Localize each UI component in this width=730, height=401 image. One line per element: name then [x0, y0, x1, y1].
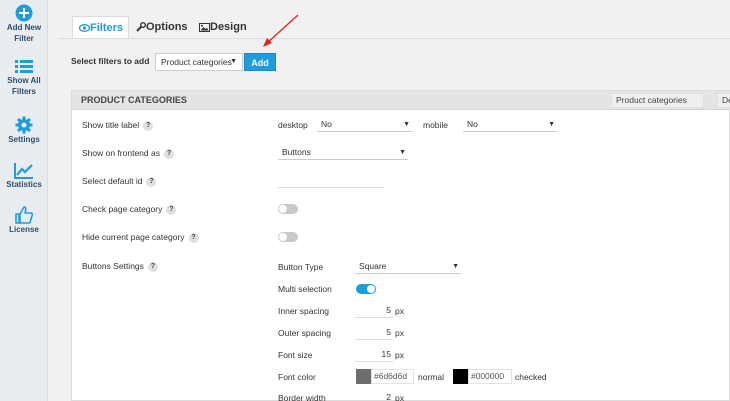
- panel-title: PRODUCT CATEGORIES: [81, 95, 187, 105]
- help-icon[interactable]: ?: [166, 204, 177, 215]
- sidebar-item-label: Filter: [14, 34, 34, 43]
- sidebar-item-label: Statistics: [6, 180, 42, 189]
- tabs-divider: [58, 38, 730, 39]
- font-size-label: Font size: [278, 350, 313, 360]
- tab-design[interactable]: Design: [193, 16, 253, 38]
- check-page-category-label: Check page category?: [82, 204, 177, 215]
- default-id-input[interactable]: [278, 174, 384, 188]
- select-value: Buttons: [282, 147, 311, 157]
- add-filter-button[interactable]: Add: [244, 53, 276, 71]
- multi-selection-label: Multi selection: [278, 284, 332, 294]
- annotation-arrow: [263, 14, 299, 47]
- normal-color-input[interactable]: #6d6d6d: [371, 369, 414, 384]
- show-title-label: Show title label?: [82, 120, 154, 131]
- font-size-input[interactable]: 15: [355, 348, 393, 362]
- sidebar-item-show-all-filters[interactable]: Show All Filters: [0, 59, 48, 97]
- outer-spacing-input[interactable]: 5: [355, 326, 393, 340]
- unit-label: px: [395, 306, 404, 316]
- filter-name-input[interactable]: Product categories: [611, 93, 704, 108]
- border-width-label: Border width: [278, 393, 326, 401]
- help-icon[interactable]: ?: [188, 232, 199, 243]
- chevron-down-icon: ▼: [548, 121, 555, 128]
- filter-panel: PRODUCT CATEGORIES Product categories De…: [71, 90, 730, 401]
- add-filter-label: Select filters to add: [71, 56, 150, 66]
- button-type-select[interactable]: Square ▼: [355, 260, 461, 274]
- help-icon[interactable]: ?: [147, 261, 158, 272]
- normal-label: normal: [418, 372, 444, 382]
- font-color-label: Font color: [278, 372, 316, 382]
- list-icon: [15, 60, 33, 73]
- default-id-label: Select default id?: [82, 176, 157, 187]
- button-type-label: Button Type: [278, 262, 324, 272]
- row-label-text: Show on frontend as: [82, 148, 160, 158]
- checked-color-input[interactable]: #000000: [468, 369, 512, 384]
- filter-description-input[interactable]: De: [717, 93, 730, 108]
- mobile-title-select[interactable]: No ▼: [463, 118, 557, 132]
- sidebar-item-add-new-filter[interactable]: Add New Filter: [0, 4, 48, 44]
- row-label-text: Buttons Settings: [82, 261, 144, 271]
- row-label-text: Show title label: [82, 120, 140, 130]
- tab-filters[interactable]: Filters: [72, 16, 129, 38]
- row-label-text: Hide current page category: [82, 232, 185, 242]
- chevron-down-icon: ▼: [403, 121, 410, 128]
- hide-current-category-toggle[interactable]: [278, 232, 298, 242]
- eye-icon: [78, 24, 91, 33]
- sidebar-item-statistics[interactable]: Statistics: [0, 162, 48, 190]
- select-value: No: [467, 119, 478, 129]
- checked-label: checked: [515, 372, 547, 382]
- checked-color-swatch[interactable]: [453, 369, 468, 384]
- help-icon[interactable]: ?: [163, 148, 174, 159]
- tab-label: Options: [146, 21, 188, 33]
- select-value: Square: [359, 261, 387, 271]
- sidebar-item-settings[interactable]: Settings: [0, 116, 48, 145]
- chevron-down-icon: ▼: [230, 58, 237, 65]
- filter-type-value: Product categories: [161, 57, 232, 67]
- help-icon[interactable]: ?: [146, 176, 157, 187]
- show-on-frontend-label: Show on frontend as?: [82, 148, 174, 159]
- inner-spacing-input[interactable]: 5: [355, 304, 393, 318]
- normal-color-swatch[interactable]: [356, 369, 371, 384]
- sidebar: Add New Filter Show All Filters Settings…: [0, 0, 48, 401]
- sidebar-item-label: Add New: [6, 23, 42, 32]
- unit-label: px: [395, 393, 404, 401]
- chevron-down-icon: ▼: [399, 149, 406, 156]
- desktop-label: desktop: [278, 120, 308, 130]
- outer-spacing-label: Outer spacing: [278, 328, 331, 338]
- wrench-icon: [136, 22, 146, 32]
- buttons-settings-label: Buttons Settings?: [82, 261, 158, 272]
- image-icon: [199, 22, 210, 32]
- gear-icon: [15, 116, 33, 134]
- chart-line-icon: [14, 163, 33, 179]
- sidebar-item-label: Filters: [11, 87, 36, 96]
- row-label-text: Select default id: [82, 176, 143, 186]
- chevron-down-icon: ▼: [452, 263, 459, 270]
- select-value: No: [321, 119, 332, 129]
- sidebar-item-label: Settings: [8, 135, 40, 144]
- plus-circle-icon: [15, 4, 33, 22]
- tab-options[interactable]: Options: [130, 16, 194, 38]
- frontend-type-select[interactable]: Buttons ▼: [278, 146, 408, 160]
- hide-current-category-label: Hide current page category?: [82, 232, 199, 243]
- sidebar-item-label: License: [9, 225, 39, 234]
- row-label-text: Check page category: [82, 204, 163, 214]
- check-page-category-toggle[interactable]: [278, 204, 298, 214]
- tab-label: Filters: [90, 22, 124, 34]
- desktop-title-select[interactable]: No ▼: [317, 118, 412, 132]
- sidebar-item-license[interactable]: License: [0, 206, 48, 235]
- thumbs-up-icon: [15, 206, 33, 224]
- sidebar-item-label: Show All: [7, 76, 41, 85]
- unit-label: px: [395, 350, 404, 360]
- inner-spacing-label: Inner spacing: [278, 306, 330, 316]
- help-icon[interactable]: ?: [143, 120, 154, 131]
- unit-label: px: [395, 328, 404, 338]
- filter-type-select[interactable]: Product categories ▼: [155, 53, 243, 71]
- border-width-input[interactable]: 2: [355, 391, 393, 401]
- tab-label: Design: [210, 21, 247, 33]
- mobile-label: mobile: [423, 120, 449, 130]
- multi-selection-toggle[interactable]: [356, 284, 376, 294]
- panel-header[interactable]: PRODUCT CATEGORIES Product categories De: [72, 91, 730, 110]
